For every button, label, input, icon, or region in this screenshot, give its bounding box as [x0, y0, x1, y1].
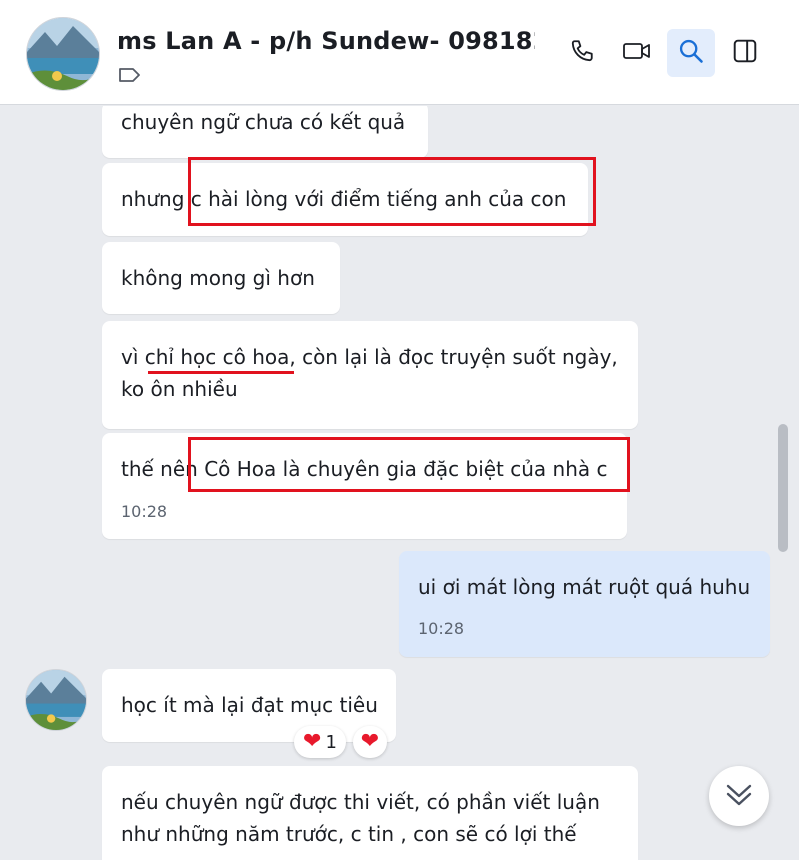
search-button[interactable]: [667, 29, 715, 77]
message-bubble[interactable]: không mong gì hơn: [102, 242, 340, 314]
message-text: học ít mà lại đạt mục tiêu: [121, 693, 378, 717]
message-bubble[interactable]: nếu chuyên ngữ được thi viết, có phần vi…: [102, 766, 638, 860]
message-time: 10:28: [121, 502, 168, 521]
message-text-line: như những năm trước, c tin , con sẽ có l…: [121, 822, 577, 846]
heart-reaction-icon: ❤: [303, 729, 322, 754]
own-message-bubble[interactable]: ui ơi mát lòng mát ruột quá huhu 10:28: [399, 551, 770, 657]
conversation-title: ms Lan A - p/h Sundew- 0981829902: [117, 27, 535, 55]
message-text-line: nếu chuyên ngữ được thi viết, có phần vi…: [121, 790, 600, 814]
label-tag-icon[interactable]: [118, 66, 142, 84]
highlight-underline: [148, 371, 294, 374]
chat-header: ms Lan A - p/h Sundew- 0981829902: [0, 0, 799, 105]
message-text: chuyên ngữ chưa có kết quả: [121, 110, 406, 134]
reaction-count: 1: [325, 731, 337, 753]
scroll-to-bottom-button[interactable]: [709, 766, 769, 826]
reaction-summary[interactable]: ❤ 1: [294, 726, 346, 758]
video-call-icon: [622, 38, 652, 68]
toggle-sidebar-button[interactable]: [721, 29, 769, 77]
message-text: không mong gì hơn: [121, 266, 315, 290]
scrollbar-thumb[interactable]: [778, 424, 788, 552]
add-heart-reaction-button[interactable]: ❤: [353, 726, 387, 758]
highlight-box: [188, 437, 630, 492]
video-call-button[interactable]: [613, 29, 661, 77]
sender-avatar[interactable]: [25, 669, 87, 731]
search-icon: [677, 37, 705, 69]
message-text: ui ơi mát lòng mát ruột quá huhu: [418, 575, 751, 599]
message-bubble[interactable]: vì chỉ học cô hoa, còn lại là đọc truyện…: [102, 321, 638, 429]
message-bubble[interactable]: chuyên ngữ chưa có kết quả: [102, 106, 428, 158]
phone-icon: [569, 38, 595, 68]
double-chevron-down-icon: [723, 778, 755, 814]
voice-call-button[interactable]: [558, 29, 606, 77]
message-text-line: ko ôn nhiều: [121, 377, 238, 401]
message-list[interactable]: chuyên ngữ chưa có kết quả nhưng c hài l…: [0, 106, 799, 860]
highlight-box: [188, 157, 596, 226]
message-text-line: vì chỉ học cô hoa, còn lại là đọc truyện…: [121, 345, 618, 369]
sidebar-toggle-icon: [732, 38, 758, 68]
contact-avatar[interactable]: [26, 17, 100, 91]
message-bubble[interactable]: học ít mà lại đạt mục tiêu: [102, 669, 396, 742]
heart-icon: ❤: [360, 729, 380, 754]
message-time: 10:28: [418, 619, 465, 638]
